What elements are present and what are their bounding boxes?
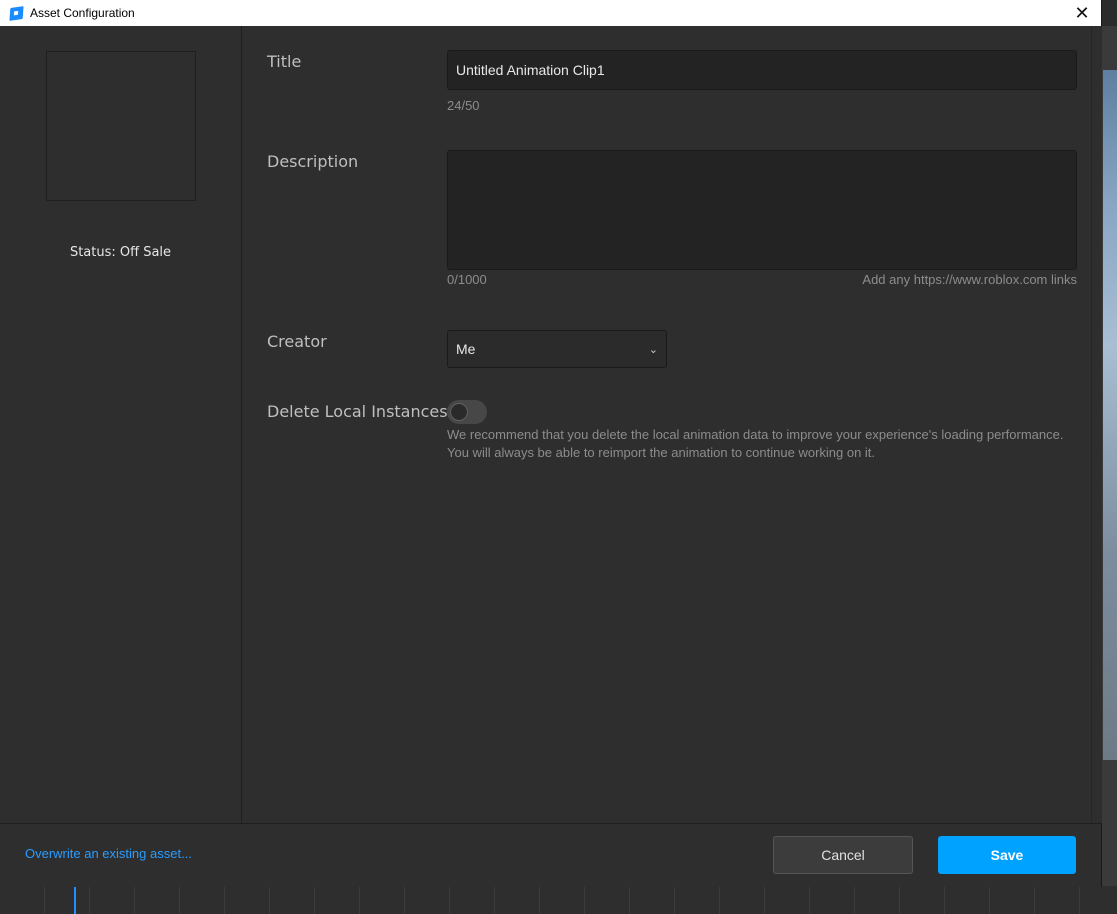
- chevron-down-icon: ⌄: [648, 343, 658, 356]
- background-viewport: [1103, 70, 1117, 760]
- title-label: Title: [267, 52, 302, 71]
- delete-local-instances-label: Delete Local Instances: [267, 402, 448, 421]
- cancel-button[interactable]: Cancel: [773, 836, 913, 874]
- title-bar[interactable]: Asset Configuration ✕: [0, 0, 1101, 26]
- delete-local-instances-toggle[interactable]: [447, 400, 487, 424]
- title-char-counter: 24/50: [447, 98, 480, 113]
- background-timeline-playhead: [74, 886, 76, 914]
- sale-status: Status: Off Sale: [69, 245, 172, 260]
- roblox-studio-icon: [9, 5, 24, 21]
- asset-configuration-dialog: Asset Configuration ✕ Status: Off Sale T…: [0, 0, 1102, 887]
- background-timeline: [0, 886, 1117, 914]
- description-hint: Add any https://www.roblox.com links: [862, 272, 1077, 287]
- close-icon[interactable]: ✕: [1071, 2, 1093, 24]
- toggle-knob: [450, 403, 468, 421]
- asset-thumbnail: [46, 51, 196, 201]
- dialog-footer: Overwrite an existing asset... Cancel Sa…: [0, 823, 1101, 887]
- creator-dropdown[interactable]: Me ⌄: [447, 330, 667, 368]
- save-button[interactable]: Save: [938, 836, 1076, 874]
- description-char-counter: 0/1000: [447, 272, 487, 287]
- creator-selected-value: Me: [456, 341, 476, 357]
- preview-panel: Status: Off Sale: [0, 26, 242, 823]
- overwrite-existing-asset-link[interactable]: Overwrite an existing asset...: [25, 846, 192, 861]
- description-textarea[interactable]: [447, 150, 1077, 270]
- description-label: Description: [267, 152, 359, 171]
- form-panel: Title Untitled Animation Clip1 24/50 Des…: [242, 26, 1091, 823]
- creator-label: Creator: [267, 332, 327, 351]
- window-title: Asset Configuration: [30, 6, 135, 20]
- form-scrollbar-gutter: [1091, 26, 1102, 823]
- delete-local-instances-note: We recommend that you delete the local a…: [447, 427, 1064, 460]
- title-input[interactable]: Untitled Animation Clip1: [447, 50, 1077, 90]
